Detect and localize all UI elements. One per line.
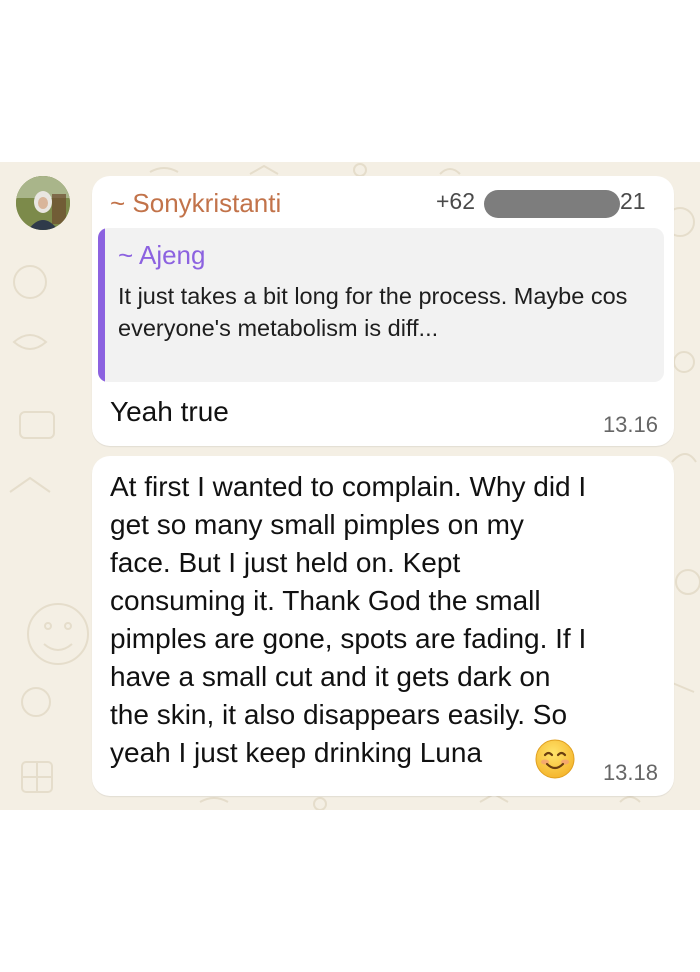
avatar-photo-icon [16, 176, 70, 230]
phone-redaction [484, 190, 620, 218]
message-timestamp: 13.18 [602, 760, 658, 785]
quoted-message[interactable]: ~ Ajeng It just takes a bit long for the… [98, 228, 664, 382]
smiling-face-emoji-icon [535, 739, 575, 779]
sender-avatar[interactable] [16, 176, 70, 230]
quote-accent-bar [98, 228, 105, 382]
sender-phone-suffix: 21 [620, 188, 646, 214]
message-text: Yeah true [110, 396, 229, 427]
sender-phone-prefix: +62 [436, 188, 476, 214]
message-bubble-incoming[interactable]: ~ Sonykristanti +62 21 ~ Ajeng It just t… [92, 176, 674, 446]
quoted-author: ~ Ajeng [118, 240, 206, 270]
message-timestamp: 13.16 [602, 412, 658, 437]
message-text: At first I wanted to complain. Why did I… [110, 471, 587, 768]
quoted-text: It just takes a bit long for the process… [118, 283, 628, 341]
sender-name[interactable]: ~ Sonykristanti [110, 188, 281, 219]
message-bubble-incoming[interactable]: At first I wanted to complain. Why did I… [92, 456, 674, 796]
